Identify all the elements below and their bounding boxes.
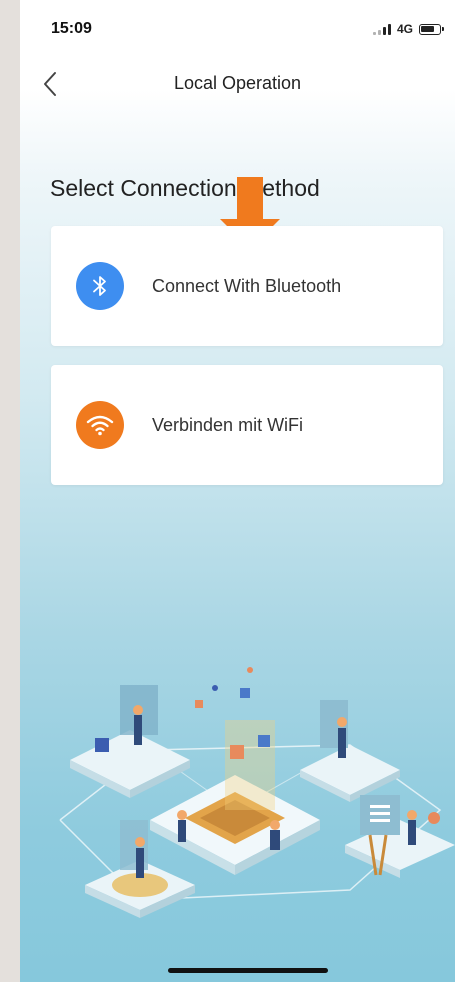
- app-screen: 15:09 4G Local Operation Select Connecti…: [20, 0, 455, 982]
- bluetooth-icon: [93, 276, 106, 296]
- network-label: 4G: [396, 22, 413, 36]
- option-label: Connect With Bluetooth: [152, 275, 342, 296]
- signal-icon: [372, 23, 391, 35]
- status-indicators: 4G: [372, 22, 444, 36]
- status-bar: 15:09 4G: [20, 0, 455, 60]
- network-illustration: [59, 667, 455, 918]
- nav-bar: Local Operation: [20, 60, 455, 110]
- home-indicator[interactable]: [168, 968, 328, 973]
- battery-icon: [419, 23, 444, 35]
- device-frame-edge: [0, 0, 20, 982]
- connect-wifi-option[interactable]: Verbinden mit WiFi: [51, 365, 443, 485]
- page-title: Local Operation: [173, 73, 302, 93]
- connect-bluetooth-option[interactable]: Connect With Bluetooth: [51, 226, 443, 346]
- wifi-icon-badge: [76, 401, 124, 449]
- option-label: Verbinden mit WiFi: [152, 414, 304, 435]
- wifi-icon: [86, 415, 114, 436]
- bluetooth-icon-badge: [76, 262, 124, 310]
- status-time: 15:09: [51, 20, 92, 37]
